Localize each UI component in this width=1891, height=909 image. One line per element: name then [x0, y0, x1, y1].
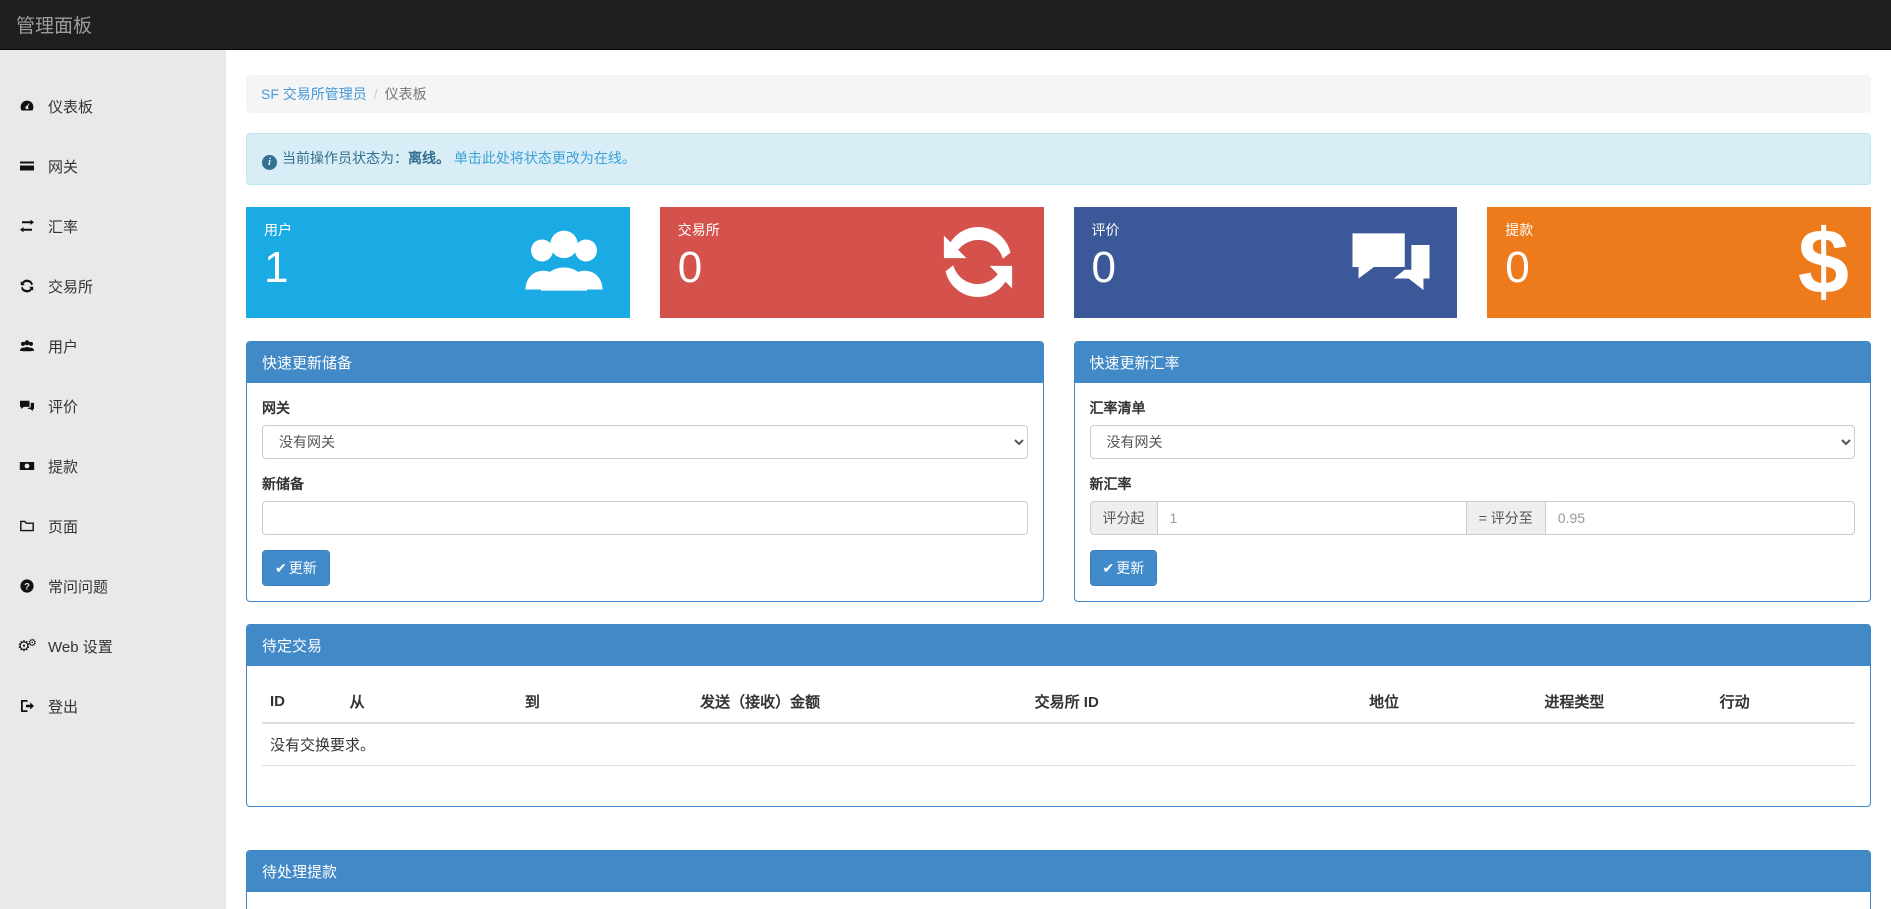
- question-circle-icon: ?: [18, 578, 36, 594]
- credit-card-icon: [18, 158, 36, 174]
- stat-tile-comments: 评价0: [1074, 207, 1458, 318]
- status-value: 离线。: [408, 150, 450, 166]
- sign-out-icon: [18, 698, 36, 714]
- pending-exchanges-panel: 待定交易 ID从到发送（接收）金额交易所 ID地位进程类型行动没有交换要求。: [246, 624, 1871, 807]
- sidebar-item-label: 网关: [48, 156, 78, 177]
- rate-list-label: 汇率清单: [1090, 398, 1856, 418]
- update-rate-button[interactable]: ✔更新: [1090, 550, 1158, 586]
- new-reserve-label: 新储备: [262, 474, 1028, 494]
- refresh-big-icon: [934, 218, 1022, 306]
- rate-input-group: 评分起 = 评分至: [1090, 501, 1856, 535]
- column-header: 地位: [1361, 681, 1536, 723]
- rate-to-input[interactable]: [1545, 501, 1855, 535]
- toggle-status-link[interactable]: 单击此处将状态更改为在线。: [454, 150, 636, 166]
- sidebar-item-users[interactable]: 用户: [0, 316, 226, 376]
- info-icon: i: [262, 155, 277, 170]
- comments-icon: [18, 398, 36, 414]
- sidebar: 仪表板网关汇率交易所用户评价提款页面? 常问问题 ⚙⚙ Web 设置登出: [0, 50, 226, 909]
- rate-from-addon: 评分起: [1090, 501, 1158, 535]
- comments-big-icon: [1347, 218, 1435, 306]
- sidebar-item-money[interactable]: 提款: [0, 436, 226, 496]
- sidebar-item-cogs[interactable]: ⚙⚙ Web 设置: [0, 616, 226, 676]
- breadcrumb-separator: /: [374, 86, 378, 102]
- sidebar-item-label: 用户: [48, 336, 78, 357]
- column-header: 从: [342, 681, 517, 723]
- app-title: 管理面板: [0, 11, 108, 38]
- money-icon: [18, 458, 36, 474]
- exchange-icon: [18, 218, 36, 234]
- sidebar-item-sign-out[interactable]: 登出: [0, 676, 226, 736]
- top-navbar: 管理面板: [0, 0, 1891, 50]
- pending-withdrawals-panel: 待处理提款 ID用户数量帐户地位请求日期处理日期行动: [246, 850, 1871, 909]
- sidebar-item-label: 评价: [48, 396, 78, 417]
- sidebar-item-label: 常问问题: [48, 576, 108, 597]
- sidebar-item-label: 页面: [48, 516, 78, 537]
- dollar-icon: $: [1798, 216, 1849, 308]
- sidebar-item-label: 汇率: [48, 216, 78, 237]
- main-content: SF 交易所管理员 / 仪表板 i 当前操作员状态为：离线。 单击此处将状态更改为在线…: [226, 50, 1891, 909]
- sidebar-item-credit-card[interactable]: 网关: [0, 136, 226, 196]
- operator-status-alert: i 当前操作员状态为：离线。 单击此处将状态更改为在线。: [246, 133, 1871, 185]
- panel-title: 待定交易: [247, 625, 1870, 666]
- pending-exchanges-table-wrap: ID从到发送（接收）金额交易所 ID地位进程类型行动没有交换要求。: [247, 666, 1870, 806]
- empty-state-cell: 没有交换要求。: [262, 723, 1855, 766]
- column-header: ID: [262, 681, 342, 723]
- dashboard-icon: [18, 98, 36, 114]
- refresh-icon: [18, 278, 36, 294]
- alert-text: 当前操作员状态为：: [282, 150, 408, 166]
- gateway-select[interactable]: 没有网关: [262, 425, 1028, 459]
- folder-icon: [18, 518, 36, 534]
- stat-tile-users: 用户1: [246, 207, 630, 318]
- users-group-icon: [520, 218, 608, 306]
- column-header: 到: [517, 681, 692, 723]
- panel-title: 快速更新储备: [247, 342, 1043, 383]
- quick-update-rate-panel: 快速更新汇率 汇率清单 没有网关 新汇率 评分起 = 评分至: [1074, 341, 1872, 602]
- column-header: 发送（接收）金额: [692, 681, 1027, 723]
- stat-tile-dollar: 提款0$: [1487, 207, 1871, 318]
- sidebar-item-folder[interactable]: 页面: [0, 496, 226, 556]
- rate-to-addon: = 评分至: [1466, 501, 1546, 535]
- check-icon: ✔: [1103, 560, 1115, 576]
- sidebar-item-label: Web 设置: [48, 636, 113, 657]
- breadcrumb-root-link[interactable]: SF 交易所管理员: [261, 86, 367, 102]
- sidebar-item-question-circle[interactable]: ? 常问问题: [0, 556, 226, 616]
- panel-title: 快速更新汇率: [1075, 342, 1871, 383]
- sidebar-item-exchange[interactable]: 汇率: [0, 196, 226, 256]
- pending-withdrawals-table-wrap: ID用户数量帐户地位请求日期处理日期行动: [247, 892, 1870, 909]
- column-header: 进程类型: [1536, 681, 1711, 723]
- users-icon: [18, 338, 36, 354]
- sidebar-item-label: 交易所: [48, 276, 93, 297]
- rate-from-input[interactable]: [1157, 501, 1467, 535]
- svg-text:?: ?: [24, 581, 30, 592]
- gateway-label: 网关: [262, 398, 1028, 418]
- sidebar-item-refresh[interactable]: 交易所: [0, 256, 226, 316]
- new-reserve-input[interactable]: [262, 501, 1028, 535]
- panel-title: 待处理提款: [247, 851, 1870, 892]
- breadcrumb: SF 交易所管理员 / 仪表板: [246, 75, 1871, 113]
- sidebar-item-label: 提款: [48, 456, 78, 477]
- sidebar-item-label: 登出: [48, 696, 78, 717]
- pending-exchanges-table: ID从到发送（接收）金额交易所 ID地位进程类型行动没有交换要求。: [262, 681, 1855, 766]
- table-row: 没有交换要求。: [262, 723, 1855, 766]
- sidebar-item-label: 仪表板: [48, 96, 93, 117]
- check-icon: ✔: [275, 560, 287, 576]
- breadcrumb-current: 仪表板: [385, 86, 427, 102]
- rate-list-select[interactable]: 没有网关: [1090, 425, 1856, 459]
- sidebar-item-dashboard[interactable]: 仪表板: [0, 76, 226, 136]
- sidebar-item-comments[interactable]: 评价: [0, 376, 226, 436]
- column-header: 交易所 ID: [1027, 681, 1362, 723]
- stat-tiles-row: 用户1 交易所0 评价0 提款0$: [246, 207, 1871, 318]
- update-reserve-button[interactable]: ✔更新: [262, 550, 330, 586]
- stat-tile-refresh: 交易所0: [660, 207, 1044, 318]
- column-header: 行动: [1712, 681, 1855, 723]
- cogs-icon: ⚙⚙: [18, 639, 36, 654]
- quick-update-reserve-panel: 快速更新储备 网关 没有网关 新储备 ✔更新: [246, 341, 1044, 602]
- new-rate-label: 新汇率: [1090, 474, 1856, 494]
- table-header-row: ID从到发送（接收）金额交易所 ID地位进程类型行动: [262, 681, 1855, 723]
